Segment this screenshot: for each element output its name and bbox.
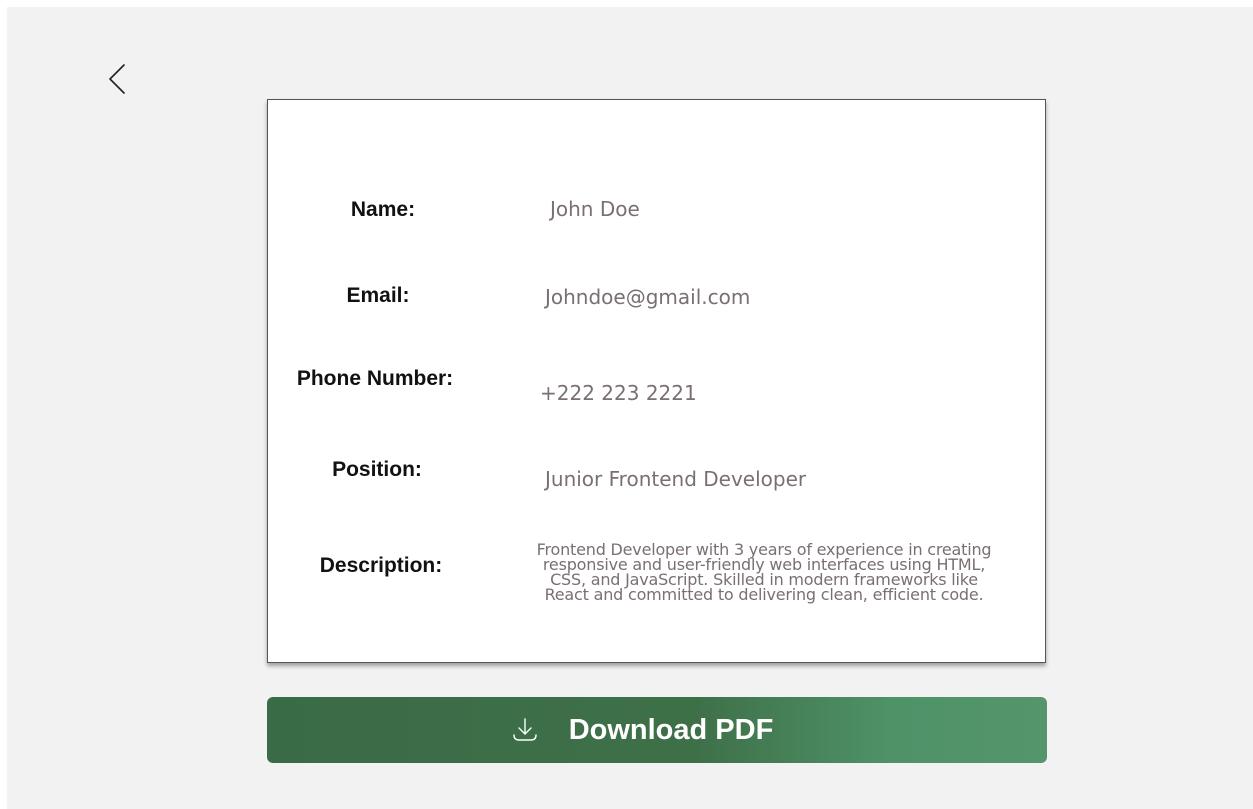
description-value: Frontend Developer with 3 years of exper… bbox=[484, 542, 1044, 604]
description-line: React and committed to delivering clean,… bbox=[544, 585, 984, 604]
position-label: Position: bbox=[332, 458, 422, 481]
email-value: Johndoe@gmail.com bbox=[545, 285, 751, 309]
phone-value: +222 223 2221 bbox=[540, 381, 697, 405]
download-pdf-button[interactable]: Download PDF bbox=[267, 697, 1047, 763]
position-value: Junior Frontend Developer bbox=[545, 467, 807, 491]
phone-label: Phone Number: bbox=[296, 367, 454, 390]
email-label: Email: bbox=[346, 284, 410, 307]
chevron-left-icon bbox=[109, 64, 125, 94]
download-icon bbox=[512, 718, 537, 741]
name-value: John Doe bbox=[550, 197, 640, 221]
profile-card: Name: John Doe Email: Johndoe@gmail.com … bbox=[267, 99, 1046, 663]
description-label: Description: bbox=[319, 554, 443, 577]
download-pdf-label: Download PDF bbox=[568, 713, 774, 746]
back-button[interactable] bbox=[99, 59, 135, 99]
name-label: Name: bbox=[350, 198, 416, 221]
